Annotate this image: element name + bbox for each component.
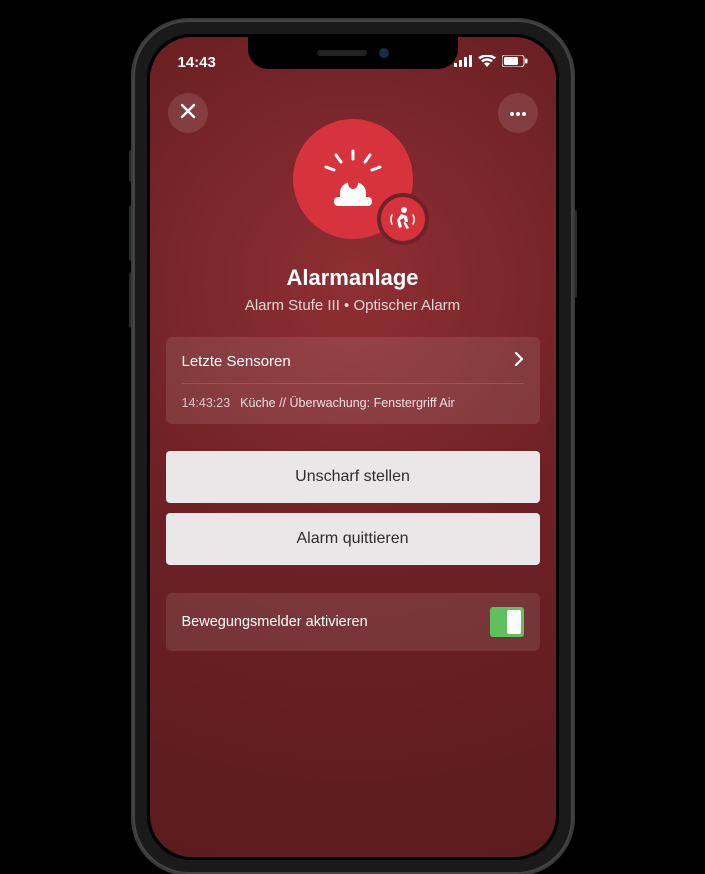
motion-toggle[interactable] xyxy=(490,607,524,637)
last-sensors-card[interactable]: Letzte Sensoren 14:43:23 Küche // Überwa… xyxy=(166,337,540,424)
sensor-time: 14:43:23 xyxy=(182,396,231,410)
more-button[interactable] xyxy=(498,93,538,133)
status-time: 14:43 xyxy=(178,54,216,71)
wifi-icon xyxy=(478,54,496,71)
app-screen: 14:43 xyxy=(150,37,556,857)
disarm-label: Unscharf stellen xyxy=(295,468,410,486)
motion-toggle-label: Bewegungsmelder aktivieren xyxy=(182,614,368,630)
close-icon xyxy=(179,102,197,125)
last-sensors-title: Letzte Sensoren xyxy=(182,353,291,370)
page-title: Alarmanlage xyxy=(150,265,556,291)
acknowledge-button[interactable]: Alarm quittieren xyxy=(166,513,540,565)
more-icon xyxy=(509,104,527,122)
status-icons xyxy=(454,54,528,71)
page-subtitle: Alarm Stufe III • Optischer Alarm xyxy=(150,297,556,314)
close-button[interactable] xyxy=(168,93,208,133)
battery-icon xyxy=(502,54,528,71)
sensor-text: Küche // Überwachung: Fenstergriff Air xyxy=(240,396,454,410)
device-notch xyxy=(248,37,458,69)
motion-badge-icon xyxy=(377,193,429,245)
alarm-hero xyxy=(283,119,423,239)
ack-label: Alarm quittieren xyxy=(296,530,408,548)
sensor-row: 14:43:23 Küche // Überwachung: Fenstergr… xyxy=(182,384,524,410)
chevron-right-icon xyxy=(514,351,524,371)
motion-toggle-row: Bewegungsmelder aktivieren xyxy=(166,593,540,651)
disarm-button[interactable]: Unscharf stellen xyxy=(166,451,540,503)
